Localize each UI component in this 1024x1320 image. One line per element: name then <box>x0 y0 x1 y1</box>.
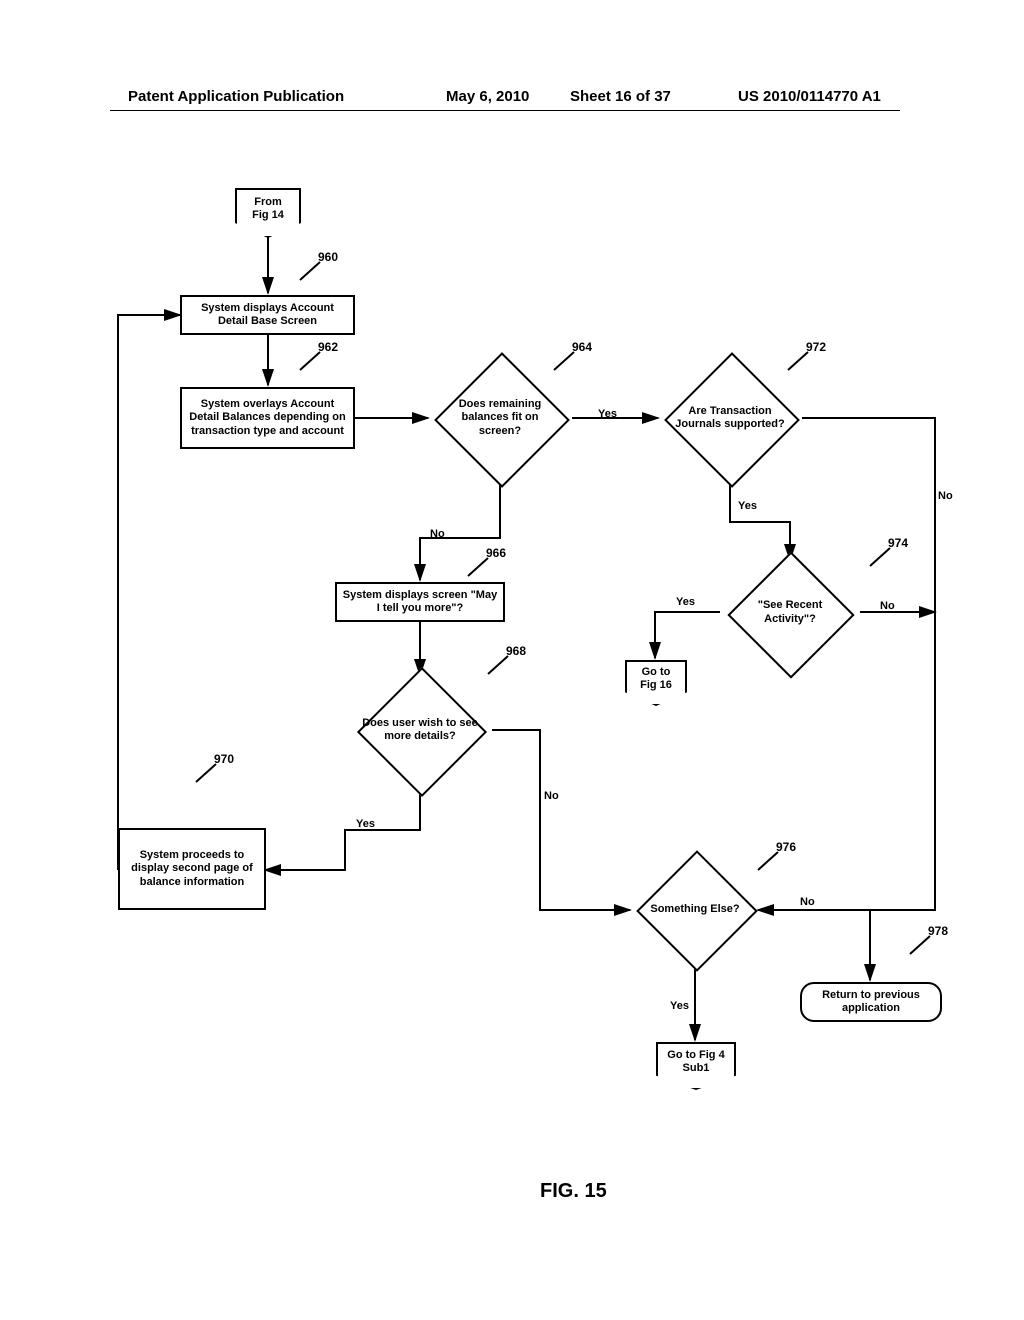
edge-968-no: No <box>544 790 559 802</box>
page: Patent Application Publication May 6, 20… <box>0 0 1024 1320</box>
edge-964-yes: Yes <box>598 408 617 420</box>
ref-974: 974 <box>888 536 908 550</box>
header-date: May 6, 2010 <box>446 88 529 105</box>
offpage-from-fig14: From Fig 14 <box>235 188 301 238</box>
edge-974-no: No <box>880 600 895 612</box>
process-960: System displays Account Detail Base Scre… <box>180 295 355 335</box>
offpage-goto-fig16: Go to Fig 16 <box>625 660 687 706</box>
edge-976-no: No <box>800 896 815 908</box>
decision-976-text: Something Else? <box>632 856 758 964</box>
process-970: System proceeds to display second page o… <box>118 828 266 910</box>
ref-960: 960 <box>318 250 338 264</box>
header-rule <box>110 110 900 111</box>
figure-label: FIG. 15 <box>540 1180 607 1203</box>
decision-972-text: Are Transaction Journals supported? <box>660 360 800 476</box>
ref-968: 968 <box>506 644 526 658</box>
process-966: System displays screen "May I tell you m… <box>335 582 505 622</box>
connector-lines <box>0 170 1024 1230</box>
header-pubnum: US 2010/0114770 A1 <box>738 88 881 105</box>
decision-968-text: Does user wish to see more details? <box>350 676 490 784</box>
ref-972: 972 <box>806 340 826 354</box>
header-sheet: Sheet 16 of 37 <box>570 88 671 105</box>
process-962: System overlays Account Detail Balances … <box>180 387 355 449</box>
ref-966: 966 <box>486 546 506 560</box>
terminator-978: Return to previous application <box>800 982 942 1022</box>
decision-972: Are Transaction Journals supported? <box>660 360 800 476</box>
decision-964: Does remaining balances fit on screen? <box>430 360 570 476</box>
offpage-goto-fig4: Go to Fig 4 Sub1 <box>656 1042 736 1090</box>
ref-976: 976 <box>776 840 796 854</box>
decision-974-text: "See Recent Activity"? <box>720 560 860 665</box>
edge-972-yes: Yes <box>738 500 757 512</box>
ref-962: 962 <box>318 340 338 354</box>
ref-978: 978 <box>928 924 948 938</box>
ref-970: 970 <box>214 752 234 766</box>
header-publication: Patent Application Publication <box>128 88 344 105</box>
decision-976: Something Else? <box>632 856 758 964</box>
edge-974-yes: Yes <box>676 596 695 608</box>
flowchart-canvas: From Fig 14 System displays Account Deta… <box>0 170 1024 1230</box>
edge-968-yes: Yes <box>356 818 375 830</box>
decision-974: "See Recent Activity"? <box>720 560 860 665</box>
edge-964-no: No <box>430 528 445 540</box>
edge-976-yes: Yes <box>670 1000 689 1012</box>
ref-964: 964 <box>572 340 592 354</box>
decision-964-text: Does remaining balances fit on screen? <box>430 360 570 476</box>
decision-968: Does user wish to see more details? <box>350 676 490 784</box>
edge-972-no: No <box>938 490 953 502</box>
